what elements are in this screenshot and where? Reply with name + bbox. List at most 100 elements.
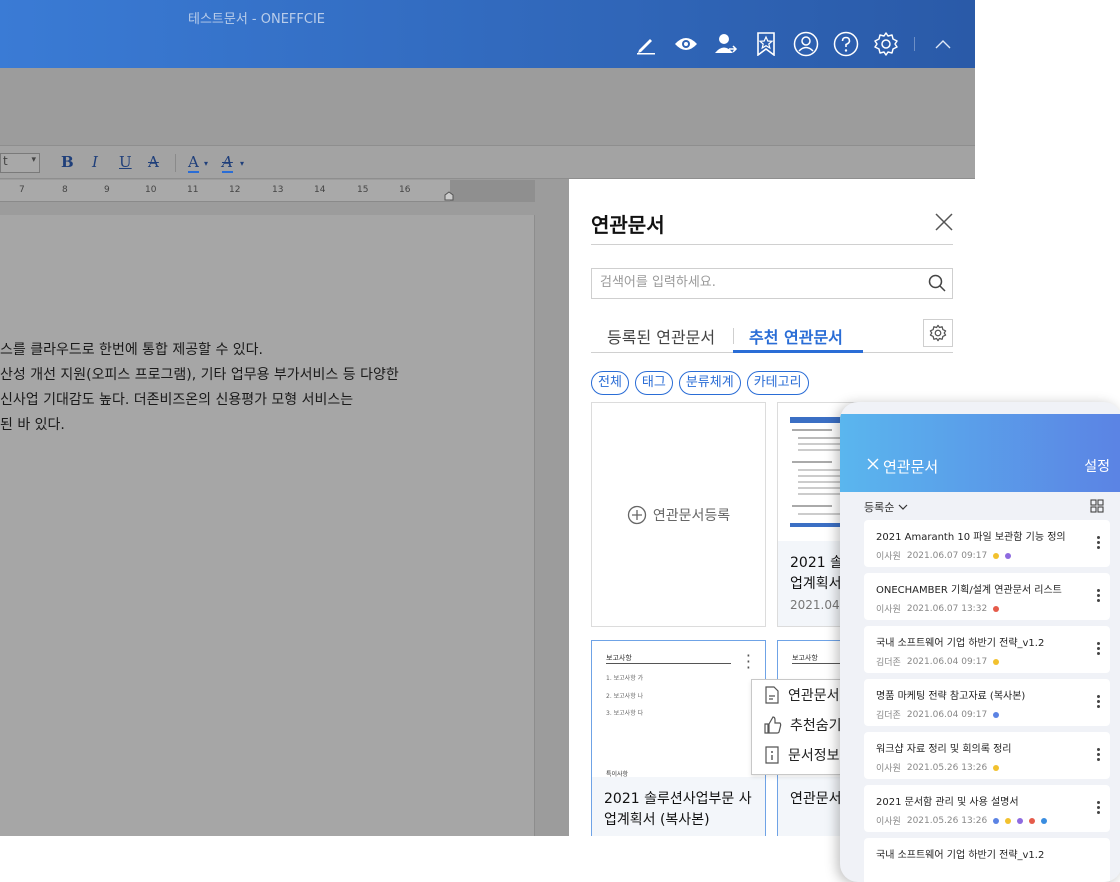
list-item[interactable]: ONECHAMBER 기획/설계 연관문서 리스트 이사원 2021.06.07… xyxy=(864,573,1110,620)
list-item-author: 김더존 xyxy=(876,658,901,668)
list-item[interactable]: 명품 마케팅 전략 참고자료 (복사본) 김더존 2021.06.04 09:1… xyxy=(864,679,1110,726)
highlight-dropdown-icon[interactable]: ▾ xyxy=(240,159,244,168)
thumb-item: 2. 보고사항 나 xyxy=(606,693,644,700)
underline-button[interactable]: U xyxy=(119,153,132,171)
star-icon xyxy=(1005,817,1012,824)
more-options-icon[interactable] xyxy=(1097,695,1100,710)
list-item-title: 워크샵 자료 정리 및 회의록 정리 xyxy=(876,744,1012,755)
tab-registered[interactable]: 등록된 연관문서 xyxy=(607,324,715,348)
panel-title: 연관문서 xyxy=(591,213,665,237)
user-icon xyxy=(993,817,1000,824)
thumbs-up-icon xyxy=(764,716,782,734)
ruler[interactable]: 7 8 9 10 11 12 13 14 15 16 xyxy=(0,180,535,202)
eye-icon xyxy=(1041,817,1048,824)
chip-tag[interactable]: 태그 xyxy=(634,371,673,395)
strikethrough-button[interactable]: A xyxy=(148,153,159,171)
sort-dropdown[interactable]: 등록순 xyxy=(864,499,908,515)
comment-icon xyxy=(1005,552,1012,559)
list-item[interactable]: 2021 문서함 관리 및 사용 설명서 이사원 2021.05.26 13:2… xyxy=(864,785,1110,832)
tab-recommended[interactable]: 추천 연관문서 xyxy=(749,324,843,348)
indent-marker-icon[interactable] xyxy=(444,191,454,201)
italic-button[interactable]: I xyxy=(92,153,98,171)
thumb-rule xyxy=(606,663,731,664)
list-item-title: 국내 소프트웨어 기업 하반기 전략_v1.2 xyxy=(876,850,1045,861)
document-line: 스를 클라우드로 한번에 통합 제공할 수 있다. xyxy=(0,342,263,358)
user-transfer-icon[interactable] xyxy=(712,30,740,58)
list-item-meta: 김더존 2021.06.04 09:17 xyxy=(876,655,1110,668)
list-item-title: 국내 소프트웨어 기업 하반기 전략_v1.2 xyxy=(876,638,1045,649)
list-item-date: 2021.06.04 09:17 xyxy=(906,656,988,667)
collapse-chevron-up-icon[interactable] xyxy=(929,30,957,58)
document-body[interactable]: 스를 클라우드로 한번에 통합 제공할 수 있다. 산성 개선 지원(오피스 프… xyxy=(0,338,399,438)
eye-icon[interactable] xyxy=(672,30,700,58)
search-input[interactable] xyxy=(600,275,920,290)
toolbar-divider xyxy=(175,154,176,172)
star-icon xyxy=(993,764,1000,771)
ruler-tick: 7 xyxy=(19,185,25,195)
more-options-icon[interactable] xyxy=(1097,589,1100,604)
list-item-author: 이사원 xyxy=(876,817,901,827)
user-icon xyxy=(993,711,1000,718)
star-icon xyxy=(993,658,1000,665)
list-item[interactable]: 2021 Amaranth 10 파일 보관함 기능 정의 이사원 2021.0… xyxy=(864,520,1110,567)
thumb-item: 1. 보고사항 가 xyxy=(606,675,644,682)
ruler-tick: 12 xyxy=(229,185,241,195)
close-icon[interactable] xyxy=(867,458,879,470)
more-options-icon[interactable] xyxy=(1097,642,1100,657)
tab-settings-button[interactable] xyxy=(923,319,953,347)
star-icon xyxy=(993,552,1000,559)
grid-view-icon[interactable] xyxy=(1090,499,1104,513)
font-color-button[interactable]: A xyxy=(188,153,199,173)
bold-button[interactable]: B xyxy=(61,153,74,171)
chip-category[interactable]: 카테고리 xyxy=(746,371,809,395)
more-options-icon[interactable] xyxy=(1097,748,1100,763)
titlebar-icons xyxy=(632,30,957,58)
list-item-title: 2021 문서함 관리 및 사용 설명서 xyxy=(876,797,1019,808)
editor-window: 테스트문서 - ONEFFCIE t ▾ B I U A A ▾ A ▾ 7 8… xyxy=(0,0,975,836)
divider xyxy=(591,244,953,245)
sort-label: 등록순 xyxy=(864,501,895,514)
ctx-item-label: 문서정보 xyxy=(788,748,840,764)
list-item[interactable]: 국내 소프트웨어 기업 하반기 전략_v1.2 xyxy=(864,838,1110,882)
list-item[interactable]: 워크샵 자료 정리 및 회의록 정리 이사원 2021.05.26 13:26 xyxy=(864,732,1110,779)
list-item-date: 2021.05.26 13:26 xyxy=(906,762,988,773)
list-item-title: 2021 Amaranth 10 파일 보관함 기능 정의 xyxy=(876,532,1066,543)
doc-card-footer: 2021 솔루션사업부문 사 업계획서 (복사본) xyxy=(592,777,765,836)
chip-classification[interactable]: 분류체계 xyxy=(678,371,741,395)
mobile-header: 연관문서 설정 xyxy=(840,414,1120,492)
settings-gear-icon[interactable] xyxy=(872,30,900,58)
font-color-dropdown-icon[interactable]: ▾ xyxy=(204,159,208,168)
ruler-tick: 11 xyxy=(187,185,199,195)
font-size-select[interactable]: t ▾ xyxy=(0,153,40,173)
close-icon[interactable] xyxy=(934,212,954,232)
plus-circle-icon xyxy=(627,505,647,524)
ruler-tick: 16 xyxy=(399,185,411,195)
add-related-doc-card[interactable]: 연관문서등록 xyxy=(591,402,766,627)
list-item-author: 김더존 xyxy=(876,711,901,721)
document-page[interactable]: 스를 클라우드로 한번에 통합 제공할 수 있다. 산성 개선 지원(오피스 프… xyxy=(0,215,535,836)
mobile-settings-button[interactable]: 설정 xyxy=(1084,456,1110,476)
share-icon xyxy=(993,605,1000,612)
doc-card-selected[interactable]: 보고사항 1. 보고사항 가 2. 보고사항 나 3. 보고사항 다 특이사항 … xyxy=(591,640,766,836)
help-icon[interactable] xyxy=(832,30,860,58)
more-options-icon[interactable]: · · · xyxy=(746,648,751,676)
add-related-doc-label: 연관문서등록 xyxy=(652,507,731,524)
profile-icon[interactable] xyxy=(792,30,820,58)
info-document-icon xyxy=(765,746,779,764)
active-tab-indicator xyxy=(733,350,863,353)
pencil-icon[interactable] xyxy=(632,30,660,58)
list-item-title: 명품 마케팅 전략 참고자료 (복사본) xyxy=(876,691,1026,702)
document-line: 된 바 있다. xyxy=(0,417,65,433)
search-icon[interactable] xyxy=(928,274,946,292)
bookmark-star-icon[interactable] xyxy=(752,30,780,58)
lock-icon xyxy=(1029,817,1036,824)
more-options-icon[interactable] xyxy=(1097,801,1100,816)
ruler-tick: 9 xyxy=(104,185,110,195)
window-title: 테스트문서 - ONEFFCIE xyxy=(188,12,326,27)
list-item-author: 이사원 xyxy=(876,605,901,615)
highlight-button[interactable]: A xyxy=(222,153,233,173)
more-options-icon[interactable] xyxy=(1097,536,1100,551)
chip-all[interactable]: 전체 xyxy=(591,371,629,395)
list-item-date: 2021.06.07 13:32 xyxy=(906,603,988,614)
list-item[interactable]: 국내 소프트웨어 기업 하반기 전략_v1.2 김더존 2021.06.04 0… xyxy=(864,626,1110,673)
